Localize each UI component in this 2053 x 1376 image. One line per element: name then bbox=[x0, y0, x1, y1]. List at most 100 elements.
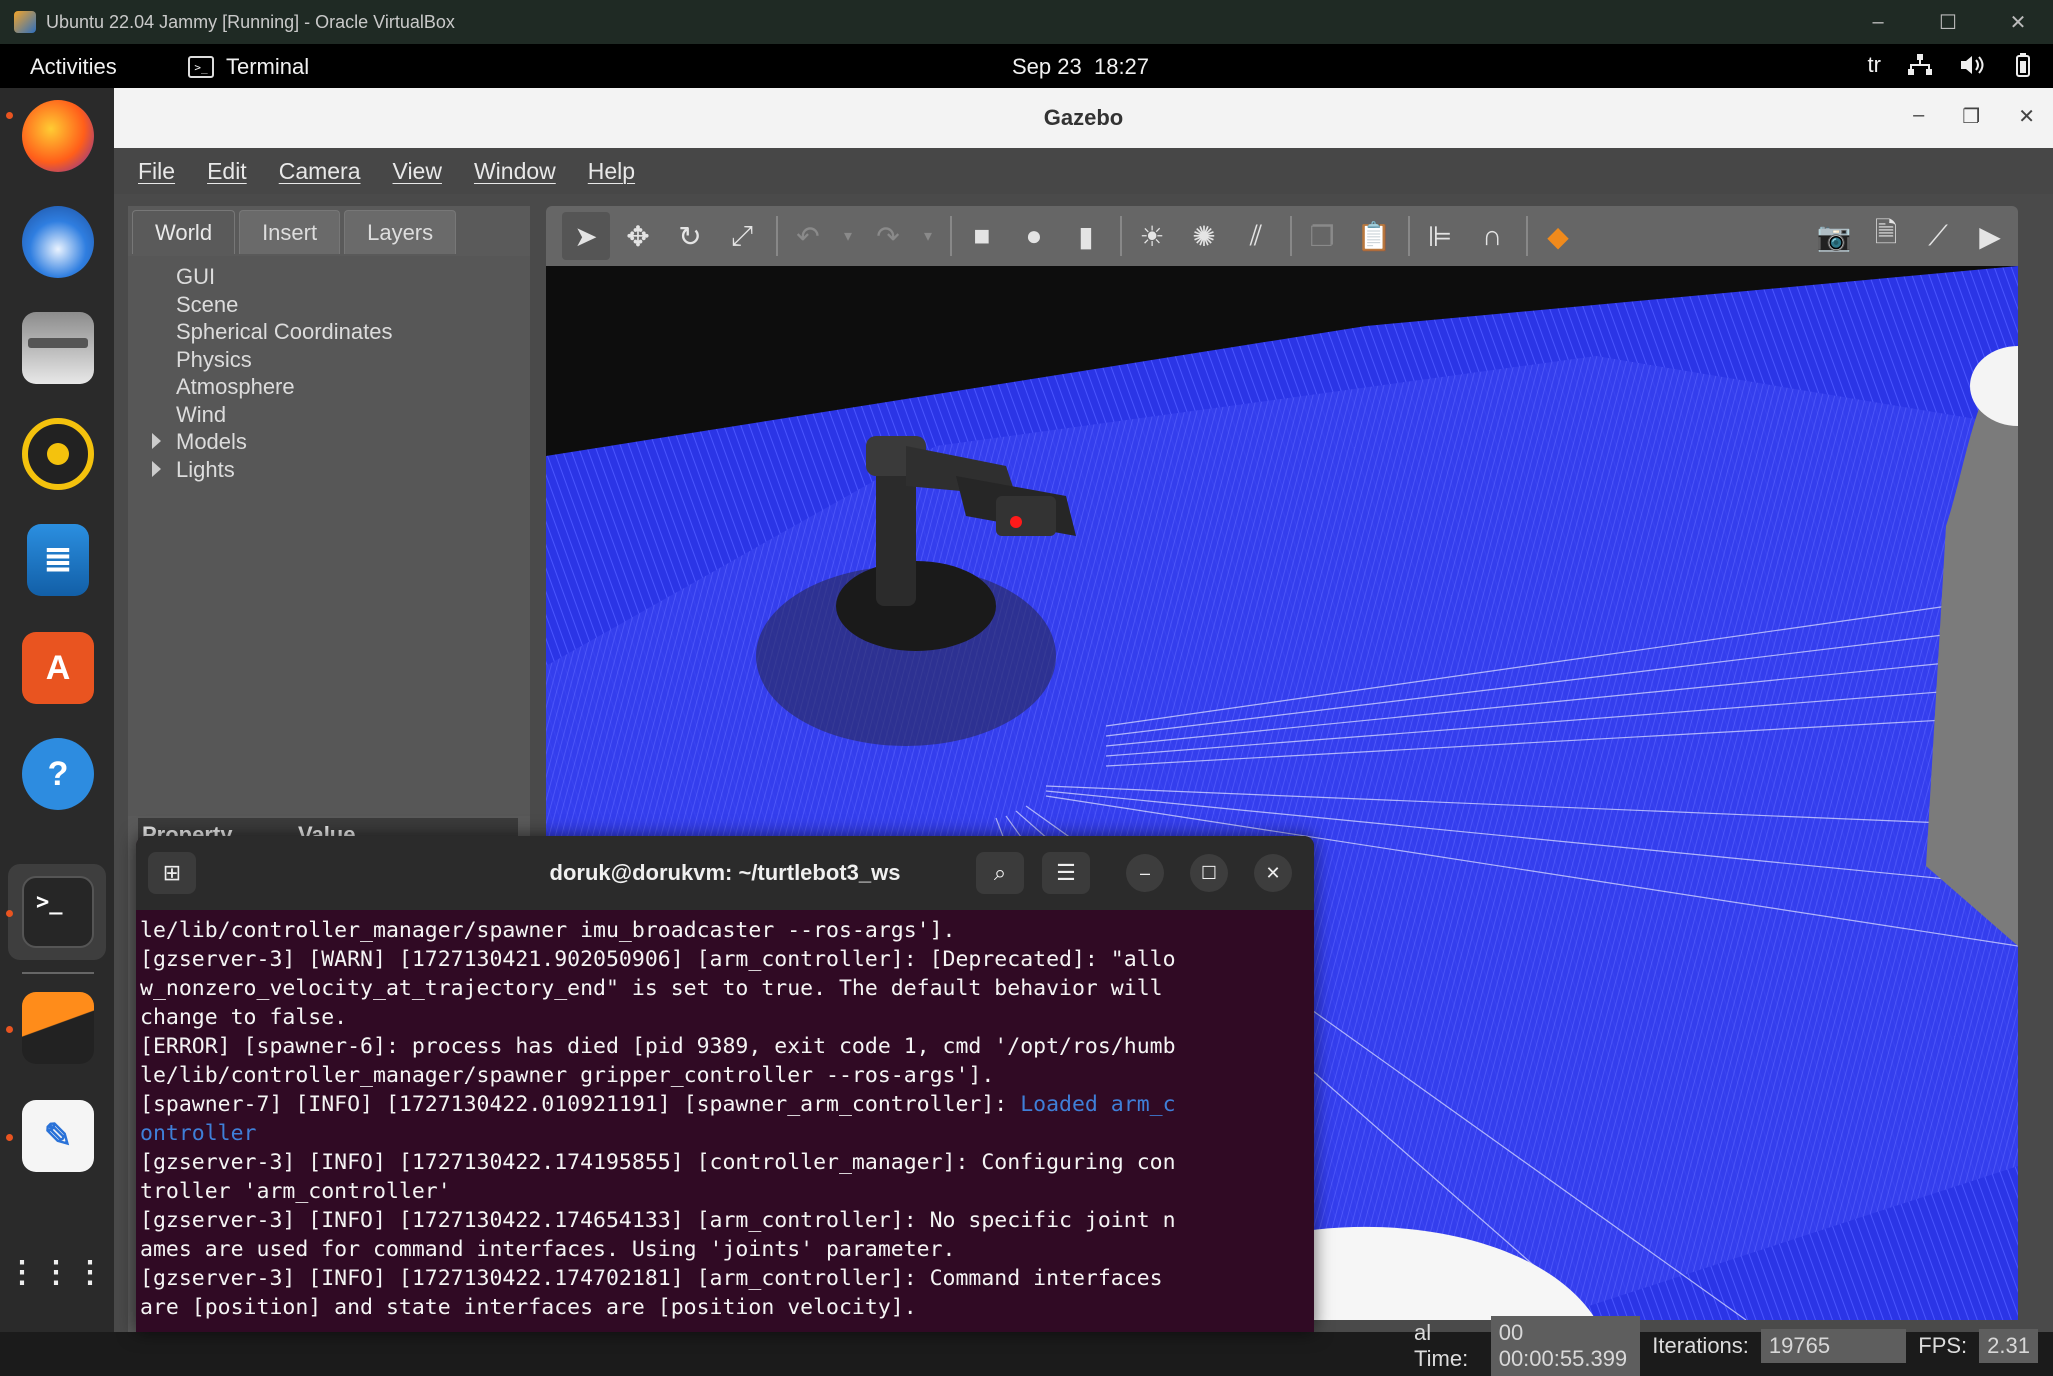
translate-mode-icon[interactable]: ✥ bbox=[614, 212, 662, 260]
vbox-minimize-button[interactable]: – bbox=[1843, 0, 1913, 44]
tree-item-physics[interactable]: Physics bbox=[128, 347, 530, 375]
undo-icon[interactable]: ↶ bbox=[784, 212, 832, 260]
gazebo-close-button[interactable]: ✕ bbox=[2018, 104, 2035, 129]
terminal-dock-icon[interactable]: >_ bbox=[22, 876, 94, 948]
terminal-output[interactable]: le/lib/controller_manager/spawner imu_br… bbox=[140, 916, 1312, 1322]
terminal-maximize-button[interactable]: ☐ bbox=[1190, 854, 1228, 892]
clock[interactable]: Sep 23 18:27 bbox=[1012, 54, 1149, 80]
terminal-line-prefix: [spawner-7] [INFO] [1727130422.010921191… bbox=[140, 1092, 1021, 1117]
menu-view[interactable]: View bbox=[389, 158, 446, 185]
toolbar-separator bbox=[1290, 216, 1292, 256]
keyboard-layout-indicator[interactable]: tr bbox=[1868, 52, 1881, 78]
help-icon[interactable]: ? bbox=[22, 738, 94, 810]
rhythmbox-icon[interactable] bbox=[22, 418, 94, 490]
vbox-close-button[interactable]: ✕ bbox=[1983, 0, 2053, 44]
power-battery-icon[interactable] bbox=[2011, 52, 2035, 78]
tree-item-gui[interactable]: GUI bbox=[128, 264, 530, 292]
menu-camera[interactable]: Camera bbox=[275, 158, 365, 185]
expand-arrow-icon[interactable] bbox=[152, 460, 161, 477]
toolbar-separator bbox=[950, 216, 952, 256]
app-menu[interactable]: >_ Terminal bbox=[188, 54, 309, 80]
gazebo-title: Gazebo bbox=[1043, 105, 1124, 130]
iterations-label: Iterations: bbox=[1652, 1333, 1749, 1358]
align-icon[interactable]: ⊫ bbox=[1416, 212, 1464, 260]
tab-world[interactable]: World bbox=[132, 210, 236, 254]
network-icon[interactable] bbox=[1907, 53, 1933, 77]
tree-item-wind[interactable]: Wind bbox=[128, 402, 530, 430]
sphere-shape-icon[interactable]: ● bbox=[1010, 212, 1058, 260]
terminal-line: [ERROR] [spawner-6]: process has died [p… bbox=[140, 1034, 1176, 1059]
tree-item-scene[interactable]: Scene bbox=[128, 292, 530, 320]
thunderbird-icon[interactable] bbox=[22, 206, 94, 278]
gazebo-toolbar: ➤ ✥ ↻ ⤢ ↶ ▾ ↷ ▾ ■ ● ▮ ☀ ✺ ⫽ ❐ 📋 ⊫ ∩ ◆ 📷 … bbox=[546, 206, 2018, 266]
menu-help[interactable]: Help bbox=[584, 158, 639, 185]
dock-separator bbox=[22, 972, 94, 974]
rotate-mode-icon[interactable]: ↻ bbox=[666, 212, 714, 260]
volume-icon[interactable] bbox=[1959, 53, 1985, 77]
search-icon[interactable]: ⌕ bbox=[976, 852, 1024, 894]
activities-button[interactable]: Activities bbox=[30, 54, 117, 80]
terminal-headerbar: ⊞ doruk@dorukvm: ~/turtlebot3_ws ⌕ ☰ – ☐… bbox=[136, 836, 1314, 910]
toolbar-separator bbox=[1120, 216, 1122, 256]
scale-mode-icon[interactable]: ⤢ bbox=[718, 212, 766, 260]
gazebo-titlebar: Gazebo – ❐ ✕ bbox=[114, 88, 2053, 148]
show-apps-icon[interactable]: ⋮⋮⋮ bbox=[7, 1236, 105, 1308]
select-mode-icon[interactable]: ➤ bbox=[562, 212, 610, 260]
ubuntu-dock: ≣ A ? >_ ✎ ⋮⋮⋮ bbox=[0, 88, 114, 1332]
plot-icon[interactable]: ⟋ bbox=[1914, 212, 1962, 260]
files-icon[interactable] bbox=[22, 312, 94, 384]
view-angle-icon[interactable]: ◆ bbox=[1534, 212, 1582, 260]
tree-item-atmosphere[interactable]: Atmosphere bbox=[128, 374, 530, 402]
box-shape-icon[interactable]: ■ bbox=[958, 212, 1006, 260]
tree-item-spherical-coordinates[interactable]: Spherical Coordinates bbox=[128, 319, 530, 347]
video-record-icon[interactable]: ▶ bbox=[1966, 212, 2014, 260]
fps-value: 2.31 bbox=[1979, 1329, 2038, 1363]
undo-dropdown-icon[interactable]: ▾ bbox=[836, 212, 860, 260]
menu-file[interactable]: File bbox=[134, 158, 179, 185]
tree-label: Wind bbox=[176, 401, 227, 427]
libreoffice-writer-icon[interactable]: ≣ bbox=[27, 524, 89, 596]
vbox-maximize-button[interactable]: ☐ bbox=[1913, 0, 1983, 44]
terminal-close-button[interactable]: ✕ bbox=[1254, 854, 1292, 892]
tab-layers[interactable]: Layers bbox=[344, 210, 457, 254]
tree-item-lights[interactable]: Lights bbox=[128, 457, 530, 485]
redo-dropdown-icon[interactable]: ▾ bbox=[916, 212, 940, 260]
hamburger-menu-icon[interactable]: ☰ bbox=[1042, 852, 1090, 894]
log-icon[interactable]: 🗎 bbox=[1862, 212, 1910, 260]
virtualbox-icon bbox=[14, 11, 36, 33]
text-editor-icon[interactable]: ✎ bbox=[22, 1100, 94, 1172]
system-tray[interactable]: tr bbox=[1868, 52, 2035, 78]
tab-insert[interactable]: Insert bbox=[239, 210, 341, 254]
expand-arrow-icon[interactable] bbox=[152, 433, 161, 449]
app-center-icon[interactable]: A bbox=[22, 632, 94, 704]
copy-icon[interactable]: ❐ bbox=[1298, 212, 1346, 260]
firefox-icon[interactable] bbox=[22, 100, 94, 172]
clock-date: Sep 23 bbox=[1012, 54, 1082, 79]
screenshot-icon[interactable]: 📷 bbox=[1810, 212, 1858, 260]
terminal-line: ames are used for command interfaces. Us… bbox=[140, 1237, 956, 1262]
cylinder-shape-icon[interactable]: ▮ bbox=[1062, 212, 1110, 260]
paste-icon[interactable]: 📋 bbox=[1350, 212, 1398, 260]
terminal-line: troller 'arm_controller' bbox=[140, 1179, 451, 1204]
terminal-window[interactable]: ⊞ doruk@dorukvm: ~/turtlebot3_ws ⌕ ☰ – ☐… bbox=[136, 836, 1314, 1332]
point-light-icon[interactable]: ☀ bbox=[1128, 212, 1176, 260]
terminal-minimize-button[interactable]: – bbox=[1126, 854, 1164, 892]
gazebo-menubar: File Edit Camera View Window Help bbox=[114, 148, 2053, 194]
directional-light-icon[interactable]: ⫽ bbox=[1232, 212, 1280, 260]
snap-icon[interactable]: ∩ bbox=[1468, 212, 1516, 260]
virtualbox-title: Ubuntu 22.04 Jammy [Running] - Oracle Vi… bbox=[46, 11, 455, 32]
menu-window[interactable]: Window bbox=[470, 158, 560, 185]
terminal-line: ontroller bbox=[140, 1121, 257, 1146]
terminal-line: le/lib/controller_manager/spawner grippe… bbox=[140, 1063, 995, 1088]
status-bar: al Time: 00 00:00:55.399 Iterations: 197… bbox=[1414, 1316, 2038, 1376]
gazebo-minimize-button[interactable]: – bbox=[1913, 104, 1924, 129]
redo-icon[interactable]: ↷ bbox=[864, 212, 912, 260]
tree-label: Spherical Coordinates bbox=[176, 319, 393, 344]
tree-item-models[interactable]: Models bbox=[128, 429, 530, 457]
sublime-merge-icon[interactable] bbox=[22, 992, 94, 1064]
gazebo-restore-button[interactable]: ❐ bbox=[1962, 104, 1980, 129]
real-time-value: 00 00:00:55.399 bbox=[1490, 1316, 1641, 1376]
terminal-line: [gzserver-3] [INFO] [1727130422.17465413… bbox=[140, 1208, 1176, 1233]
spot-light-icon[interactable]: ✺ bbox=[1180, 212, 1228, 260]
menu-edit[interactable]: Edit bbox=[203, 158, 251, 185]
